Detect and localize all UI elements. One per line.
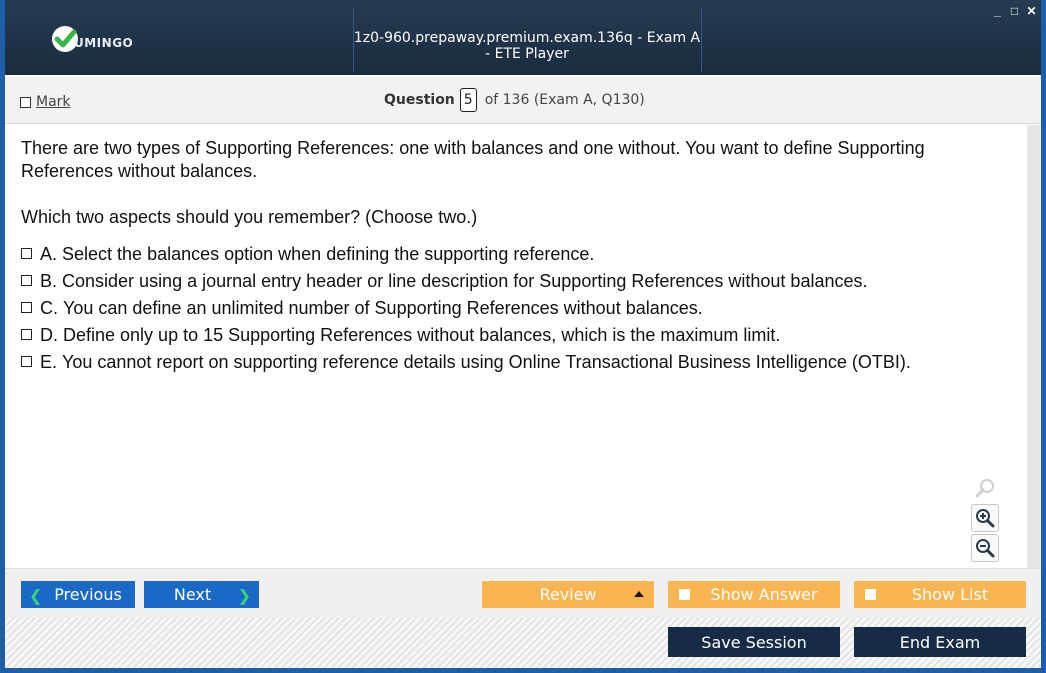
title-bar: UMINGO 1z0-960.prepaway.premium.exam.136… bbox=[5, 0, 1041, 75]
window-content: UMINGO 1z0-960.prepaway.premium.exam.136… bbox=[5, 0, 1041, 668]
option-letter: B. bbox=[40, 271, 58, 291]
option-checkbox[interactable] bbox=[21, 356, 32, 367]
navigation-bar: ❮ Previous Next ❯ Review Show Answer Sho… bbox=[5, 568, 1041, 618]
question-bar: Mark Question 5 of 136 (Exam A, Q130) bbox=[5, 77, 1041, 124]
option-checkbox[interactable] bbox=[21, 329, 32, 340]
review-button[interactable]: Review bbox=[482, 581, 654, 608]
action-bar: Save Session End Exam bbox=[5, 618, 1041, 668]
option-checkbox[interactable] bbox=[21, 248, 32, 259]
maximize-icon[interactable]: □ bbox=[1009, 4, 1020, 18]
question-number-field[interactable]: 5 bbox=[459, 88, 477, 112]
next-button[interactable]: Next ❯ bbox=[144, 581, 259, 608]
question-count: of 136 (Exam A, Q130) bbox=[484, 92, 645, 108]
search-icon bbox=[971, 474, 999, 502]
show-list-checkbox[interactable] bbox=[865, 589, 876, 600]
option-text: Consider using a journal entry header or… bbox=[62, 271, 868, 291]
end-exam-button[interactable]: End Exam bbox=[854, 627, 1026, 657]
save-session-button[interactable]: Save Session bbox=[668, 627, 840, 657]
option-c[interactable]: C. You can define an unlimited number of… bbox=[21, 295, 1021, 322]
show-answer-button[interactable]: Show Answer bbox=[668, 581, 840, 608]
mark-checkbox[interactable]: Mark bbox=[20, 94, 71, 110]
option-letter: D. bbox=[40, 325, 58, 345]
show-list-button[interactable]: Show List bbox=[854, 581, 1026, 608]
review-label: Review bbox=[539, 585, 597, 604]
option-letter: E. bbox=[40, 352, 58, 372]
zoom-in-icon[interactable] bbox=[971, 504, 999, 532]
question-prompt: Which two aspects should you remember? (… bbox=[21, 207, 478, 227]
previous-label: Previous bbox=[54, 585, 122, 604]
option-text: Define only up to 15 Supporting Referenc… bbox=[63, 325, 781, 345]
caret-up-icon bbox=[634, 591, 644, 597]
option-a[interactable]: A. Select the balances option when defin… bbox=[21, 241, 1021, 268]
question-panel: There are two types of Supporting Refere… bbox=[5, 125, 1027, 568]
show-answer-label: Show Answer bbox=[710, 585, 818, 604]
option-text: You can define an unlimited number of Su… bbox=[63, 298, 703, 318]
question-indicator: Question 5 of 136 (Exam A, Q130) bbox=[384, 88, 645, 112]
zoom-controls bbox=[971, 474, 1001, 564]
option-checkbox[interactable] bbox=[21, 302, 32, 313]
scrollbar[interactable] bbox=[1027, 125, 1041, 568]
chevron-left-icon: ❮ bbox=[29, 586, 43, 605]
header-divider bbox=[701, 8, 702, 72]
option-checkbox[interactable] bbox=[21, 275, 32, 286]
close-icon[interactable]: ✕ bbox=[1026, 4, 1037, 18]
show-list-label: Show List bbox=[911, 585, 989, 604]
previous-button[interactable]: ❮ Previous bbox=[21, 581, 135, 608]
question-text: There are two types of Supporting Refere… bbox=[21, 137, 1011, 252]
window-controls: _ □ ✕ bbox=[992, 4, 1037, 18]
mark-label[interactable]: Mark bbox=[36, 94, 71, 110]
answer-options: A. Select the balances option when defin… bbox=[21, 241, 1021, 376]
zoom-out-icon[interactable] bbox=[971, 534, 999, 562]
app-logo: UMINGO bbox=[50, 22, 133, 56]
next-label: Next bbox=[173, 585, 212, 604]
option-e[interactable]: E. You cannot report on supporting refer… bbox=[21, 349, 1021, 376]
option-text: You cannot report on supporting referenc… bbox=[62, 352, 911, 372]
show-answer-checkbox[interactable] bbox=[679, 589, 690, 600]
question-paragraph: There are two types of Supporting Refere… bbox=[21, 138, 925, 181]
option-letter: C. bbox=[40, 298, 58, 318]
minimize-icon[interactable]: _ bbox=[992, 4, 1003, 18]
question-label: Question bbox=[384, 92, 455, 108]
mark-checkbox-box[interactable] bbox=[20, 96, 31, 108]
chevron-right-icon: ❯ bbox=[237, 586, 251, 605]
option-letter: A. bbox=[40, 244, 58, 264]
option-b[interactable]: B. Consider using a journal entry header… bbox=[21, 268, 1021, 295]
option-text: Select the balances option when defining… bbox=[62, 244, 595, 264]
window-title: 1z0-960.prepaway.premium.exam.136q - Exa… bbox=[353, 30, 701, 62]
logo-brand-text: UMINGO bbox=[74, 36, 134, 50]
app-window: UMINGO 1z0-960.prepaway.premium.exam.136… bbox=[0, 0, 1046, 673]
option-d[interactable]: D. Define only up to 15 Supporting Refer… bbox=[21, 322, 1021, 349]
